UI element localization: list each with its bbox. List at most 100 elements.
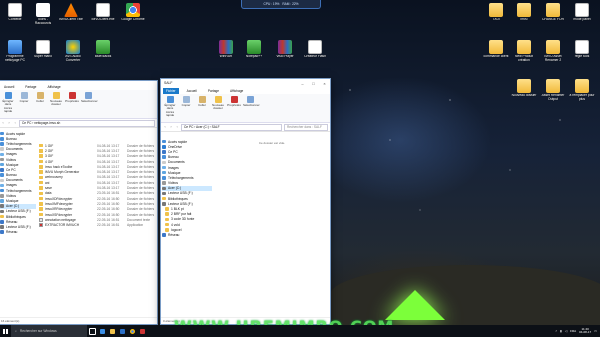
select-button[interactable]: Sélectionner <box>81 91 98 103</box>
file-row[interactable]: webnouvery 04-08-16 13:17 Dossier de fichi… <box>39 175 157 180</box>
nav-item[interactable]: Lecteur USB (F:) <box>0 224 36 229</box>
new-folder-button[interactable]: Nouveau dossier <box>49 91 63 107</box>
pin-button[interactable]: Épingler dans Accès rapide <box>1 91 15 113</box>
desktop-icon-mode-panel[interactable]: mode panel <box>569 3 595 22</box>
desktop-icon-avs[interactable]: AVS Audio Converter <box>60 40 86 63</box>
title-bar[interactable]: SALF – □ × <box>161 79 330 87</box>
search-input[interactable]: Rechercher dans : SALF <box>284 123 328 131</box>
desktop-icon-flash[interactable]: Créateur Flash <box>302 40 328 59</box>
properties-button[interactable]: Propriétés <box>227 95 241 107</box>
desktop-icon-asset-renamer[interactable]: IMVU Asset Renamer 2 <box>540 40 566 63</box>
tab-affichage[interactable]: Affichage <box>44 84 63 90</box>
up-arrow-icon[interactable]: ↑ <box>13 121 17 125</box>
copy-button[interactable]: Copier <box>17 91 31 103</box>
volume-icon[interactable]: ◁ <box>565 329 567 333</box>
desktop-icon-chrome[interactable]: Google Chrome <box>120 3 146 22</box>
desktop-icon-new-produit[interactable]: New Produit création <box>511 40 537 63</box>
video-icon <box>0 194 4 198</box>
clock[interactable]: 11:40 04-08-17 <box>579 327 591 335</box>
tab-fichier[interactable]: Fichier <box>163 87 179 94</box>
tab-affichage[interactable]: Affichage <box>227 88 246 94</box>
tab-accueil[interactable]: Accueil <box>1 84 17 90</box>
file-row[interactable]: IMVU Morph Generator 04-08-16 13:17 Dossie… <box>39 169 157 174</box>
tab-accueil[interactable]: Accueil <box>184 88 200 94</box>
nav-item[interactable]: Téléchargements <box>0 188 36 193</box>
desktop-icon-mario[interactable]: Super mario <box>30 40 56 59</box>
file-row[interactable]: 3 GIF 04-08-16 13:17 Dossier de fichiers <box>39 154 157 159</box>
file-row[interactable]: 1 GIF 04-08-16 13:17 Dossier de fichiers <box>39 143 157 148</box>
path-box[interactable]: Ce PC › nettoyage-imvu.sh <box>19 119 155 127</box>
desktop-icon-imvu-exe[interactable]: IMVUClient.exe <box>90 3 116 22</box>
maximize-button[interactable]: □ <box>308 79 319 87</box>
taskbar-chrome[interactable] <box>127 325 137 337</box>
tab-partage[interactable]: Partage <box>205 88 222 94</box>
tab-partage[interactable]: Partage <box>22 84 39 90</box>
file-row[interactable]: imvuXRFdecrypter 22-05-16 16:50 Dossier de… <box>39 207 157 212</box>
nav-label: logocel <box>171 227 182 232</box>
close-button[interactable]: × <box>319 79 330 87</box>
nav-item[interactable]: Téléchargements <box>0 141 36 146</box>
desktop-icon-imvu-title[interactable]: IMVUClient Title <box>58 3 84 22</box>
desktop-icon-music[interactable]: Icons - Raccourcis <box>30 3 56 26</box>
back-arrow-icon[interactable]: ‹ <box>163 125 167 129</box>
minimize-button[interactable]: – <box>297 79 308 87</box>
file-date: 04-08-16 13:17 <box>97 143 120 148</box>
language-indicator[interactable]: FRA <box>570 329 576 333</box>
taskbar-search[interactable]: ⌕ Rechercher sur Windows <box>11 325 87 337</box>
desktop-icon-imvu[interactable]: imvu <box>511 3 537 22</box>
taskbar-explorer[interactable] <box>107 325 117 337</box>
desktop-icon-winrar[interactable]: WinRAR <box>213 40 239 59</box>
properties-button[interactable]: Propriétés <box>65 91 79 103</box>
desktop-icon-remplacer[interactable]: à remplacer pour plus <box>569 79 595 102</box>
file-row[interactable]: 4 GIF 04-08-16 13:17 Dossier de fichiers <box>39 159 157 164</box>
desktop-icon-recycle-bin[interactable]: Corbeille <box>2 3 28 22</box>
up-arrow-icon[interactable]: ↑ <box>175 125 179 129</box>
nav-item[interactable]: Réseau <box>0 230 36 235</box>
nav-item[interactable]: Réseau <box>162 232 212 237</box>
copy-button[interactable]: Copier <box>179 95 193 107</box>
back-arrow-icon[interactable]: ‹ <box>1 121 5 125</box>
network-icon[interactable]: ▮ <box>560 329 562 333</box>
desktop-icon-renamer-output[interactable]: Asset Renamer Output <box>540 79 566 102</box>
file-row[interactable]: annotation nettoyage 22-05-16 16:51 Docume… <box>39 217 157 222</box>
taskbar-app[interactable] <box>137 325 147 337</box>
desktop-icon-bluestacks[interactable]: BlueStacks <box>90 40 116 59</box>
file-row[interactable]: imvuXDFdecrypter 22-05-16 16:50 Dossier de… <box>39 196 157 201</box>
file-row[interactable]: save 04-08-16 13:17 Dossier de fichiers <box>39 185 157 190</box>
desktop-icon-notepad[interactable]: Notepad++ <box>241 40 267 59</box>
taskbar-store[interactable] <box>117 325 127 337</box>
file-row[interactable]: imvuXMFdecrypter 22-05-16 16:50 Dossier de… <box>39 201 157 206</box>
explorer-window-left[interactable]: Accueil Partage Affichage Épingler dans … <box>0 80 158 325</box>
desktop-icon-cleanup[interactable]: Programme nettoyage PC <box>2 40 28 63</box>
file-row[interactable]: 2 GIF 04-08-16 13:17 Dossier de fichiers <box>39 148 157 153</box>
file-row[interactable]: imvu hack eToolbe 04-08-16 13:17 Dossier d… <box>39 164 157 169</box>
file-row[interactable]: data 23-05-16 16:51 Dossier de fichiers <box>39 191 157 196</box>
nav-item[interactable]: Lecteur USB (F:) <box>0 209 36 214</box>
chevron-up-icon[interactable]: ˄ <box>555 329 557 333</box>
forward-arrow-icon[interactable]: › <box>7 121 11 125</box>
file-type: Dossier de fichiers <box>127 164 155 169</box>
desktop-icon-txdi[interactable]: TXDI <box>483 3 509 22</box>
paste-button[interactable]: Coller <box>195 95 209 107</box>
path-box[interactable]: Ce PC › Acer (C:) › SALF <box>181 123 282 131</box>
document-icon <box>308 40 322 54</box>
start-button[interactable] <box>0 325 11 337</box>
new-folder-button[interactable]: Nouveau dossier <box>211 95 225 111</box>
file-row[interactable]: ani 04-08-16 13:17 Dossier de fichiers <box>39 180 157 185</box>
desktop-icon-visio[interactable]: Visio Player <box>272 40 298 59</box>
desktop-icon-regle[interactable]: règle tuos <box>569 40 595 59</box>
file-row[interactable]: EXTRACTOR IMVUCH 22-05-16 16:51 Applicatio… <box>39 222 157 227</box>
nav-label: Ce PC <box>168 149 178 154</box>
taskbar-edge[interactable] <box>97 325 107 337</box>
task-view-button[interactable] <box>87 325 97 337</box>
notification-icon[interactable]: ▭ <box>594 329 597 333</box>
forward-arrow-icon[interactable]: › <box>169 125 173 129</box>
file-row[interactable]: imvuXSFdecrypter 22-05-16 16:50 Dossier de… <box>39 212 157 217</box>
desktop-icon-change-for[interactable]: CHANGE FOR <box>540 3 566 22</box>
paste-button[interactable]: Coller <box>33 91 47 103</box>
desktop-icon-nouveau-dossier[interactable]: Nouveau dossier <box>511 79 537 98</box>
pin-button[interactable]: Épingler dans Accès rapide <box>163 95 177 117</box>
select-button[interactable]: Sélectionner <box>243 95 260 107</box>
desktop-icon-commande[interactable]: commande client <box>483 40 509 59</box>
explorer-window-right[interactable]: SALF – □ × Fichier Accueil Partage Affic… <box>160 78 331 325</box>
